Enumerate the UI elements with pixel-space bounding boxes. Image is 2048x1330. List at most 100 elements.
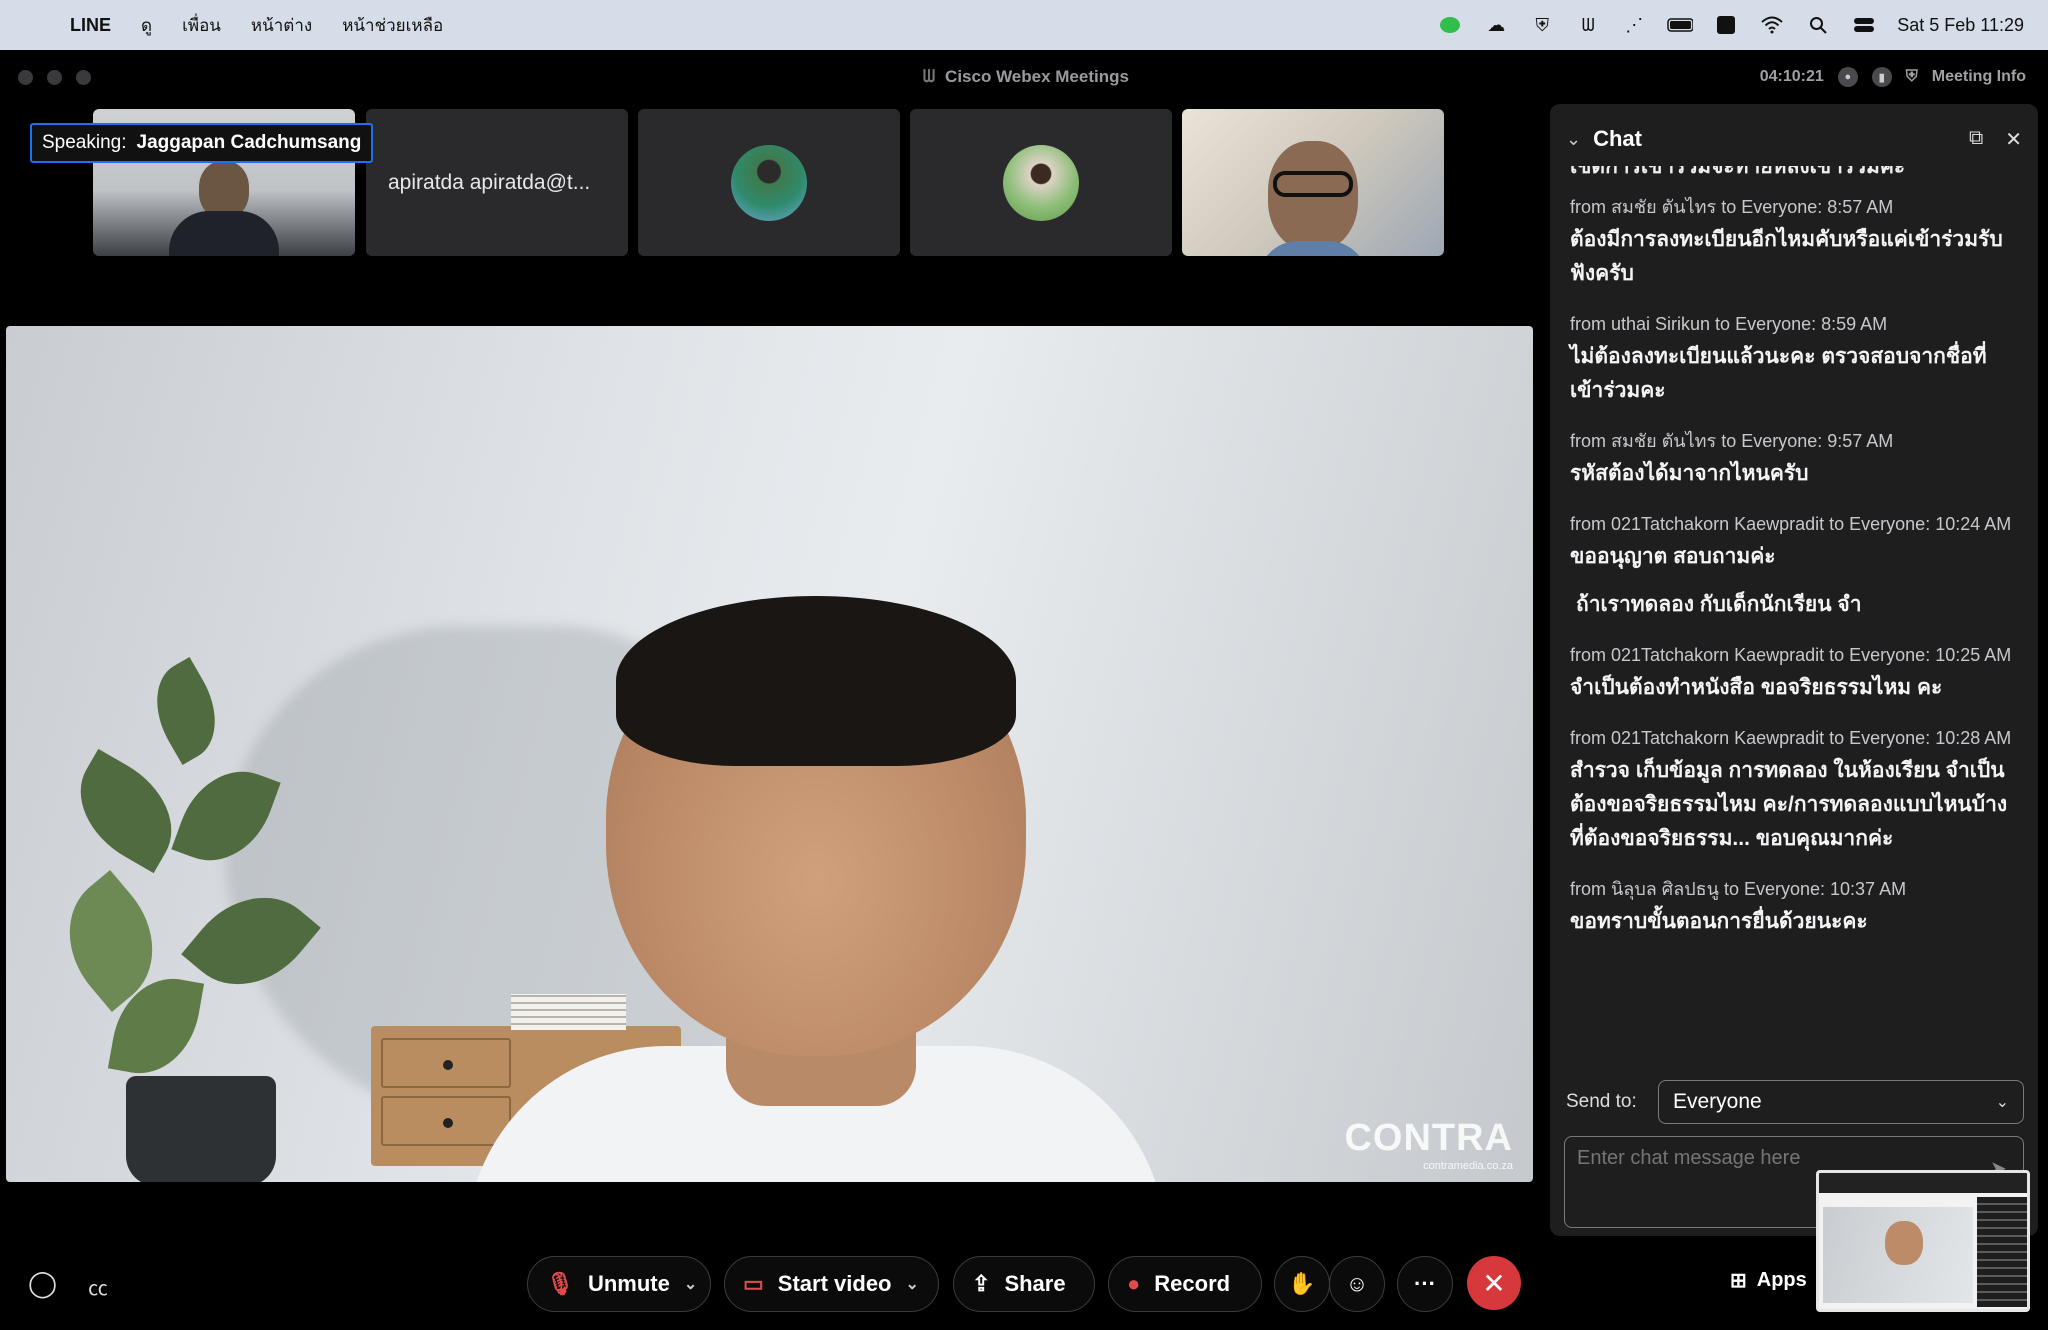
line-status-icon[interactable] xyxy=(1437,14,1463,36)
main-speaker-video[interactable]: CONTRA contramedia.co.za xyxy=(6,326,1533,1182)
chevron-down-icon[interactable]: ⌄ xyxy=(684,1274,697,1294)
chat-message-body: ขอทราบขั้นตอนการยื่นด้วยนะคะ xyxy=(1570,910,1868,933)
participant-thumbnail-4[interactable] xyxy=(910,109,1172,256)
smiley-icon: ☺ xyxy=(1345,1271,1369,1296)
titlebar-right: 04:10:21 ● ▮ ⛨ Meeting Info xyxy=(1760,67,2026,87)
preview-chat xyxy=(1977,1197,2027,1307)
menu-app-name[interactable]: LINE xyxy=(70,15,111,36)
participant-thumbnail-5[interactable] xyxy=(1182,109,1444,256)
meeting-timer: 04:10:21 xyxy=(1759,68,1824,85)
chat-header: ⌄ Chat ⧉ ✕ xyxy=(1550,104,2038,174)
unmute-label: Unmute xyxy=(587,1271,670,1296)
webex-icon[interactable]: ᗯ xyxy=(1575,14,1601,36)
chat-message-body: รหัสต้องได้มาจากไหนครับ xyxy=(1570,462,1809,485)
chat-message-meta: from 021Tatchakorn Kaewpradit to Everyon… xyxy=(1570,514,2012,534)
spotlight-search-icon[interactable] xyxy=(1805,14,1831,36)
collapse-chevron-icon[interactable]: ⌄ xyxy=(1566,129,1581,150)
speaker-hair xyxy=(616,596,1016,766)
chat-message-meta: from สมชัย ตันไทร to Everyone: 8:57 AM xyxy=(1570,197,1894,217)
network-health-icon[interactable]: ▮ xyxy=(1871,67,1892,87)
video-off-icon: ▭ xyxy=(743,1271,764,1296)
meeting-info-link[interactable]: Meeting Info xyxy=(1932,68,2026,86)
chat-message-partial: เชิดการเข้าร่วมจะทายหลังเข้าร่วมค่ะ xyxy=(1570,166,1906,178)
participant-thumbnail-2[interactable]: apiratda apiratda@t... xyxy=(366,109,628,256)
webex-assistant-icon[interactable]: ◯ xyxy=(28,1268,57,1299)
keyboard-input-icon[interactable] xyxy=(1713,14,1739,36)
send-to-row: Send to: Everyone ⌄ xyxy=(1566,1080,2024,1124)
plant-leaf xyxy=(137,657,235,765)
chat-header-actions: ⧉ ✕ xyxy=(1969,127,2022,152)
pop-out-icon[interactable]: ⧉ xyxy=(1969,127,1983,152)
preview-top-strip xyxy=(1819,1173,2027,1193)
preview-video xyxy=(1823,1207,1973,1303)
apps-grid-icon: ⊞ xyxy=(1730,1270,1747,1292)
menu-friends[interactable]: เพื่อน xyxy=(182,12,221,39)
webex-logo-icon: ᗯ xyxy=(922,67,936,86)
send-to-select[interactable]: Everyone ⌄ xyxy=(1658,1080,2024,1124)
screenshot-preview-thumbnail[interactable] xyxy=(1816,1170,2030,1312)
wifi-icon[interactable] xyxy=(1759,14,1785,36)
speaking-label: Speaking: xyxy=(42,132,127,153)
record-button[interactable]: ● Record xyxy=(1108,1256,1262,1312)
unmute-button[interactable]: 🎙 Unmute ⌄ xyxy=(527,1256,711,1312)
chat-message: from สมชัย ตันไทร to Everyone: 9:57 AM ร… xyxy=(1570,430,2018,491)
battery-icon[interactable] xyxy=(1667,14,1694,36)
more-options-button[interactable]: ··· xyxy=(1397,1256,1453,1312)
chat-message-list[interactable]: เชิดการเข้าร่วมจะทายหลังเข้าร่วมค่ะ from… xyxy=(1550,166,2038,1096)
apps-button[interactable]: ⊞ Apps xyxy=(1730,1268,1807,1293)
menu-window[interactable]: หน้าต่าง xyxy=(251,12,312,39)
chat-message-body: ไม่ต้องลงทะเบียนแล้วนะคะ ตรวจสอบจากชื่อท… xyxy=(1570,345,1987,402)
closed-captions-icon[interactable]: ㏄ xyxy=(88,1272,108,1301)
video-watermark: CONTRA contramedia.co.za xyxy=(1344,1117,1513,1172)
menu-status-area: ☁ ⛨ ᗯ ⋰ Sat 5 Feb 11:29 xyxy=(1437,14,2024,36)
chat-message-body: สำรวจ เก็บข้อมูล การทดลอง ในห้องเรียน จำ… xyxy=(1570,759,2008,850)
record-label: Record xyxy=(1154,1271,1231,1296)
share-button[interactable]: ⇪ Share xyxy=(953,1256,1095,1312)
menu-help[interactable]: หน้าช่วยเหลือ xyxy=(342,12,443,39)
activity-icon[interactable]: ⋰ xyxy=(1621,14,1647,36)
webex-window: ᗯ Cisco Webex Meetings 04:10:21 ● ▮ ⛨ Mee… xyxy=(0,50,2048,1330)
watermark-logo-text: CONTRA xyxy=(1344,1117,1513,1159)
reactions-button[interactable]: ☺ xyxy=(1329,1256,1385,1312)
chat-panel: ⌄ Chat ⧉ ✕ เชิดการเข้าร่วมจะทายหลังเข้าร… xyxy=(1550,104,2038,1236)
shield-info-icon: ⛨ xyxy=(1905,68,1918,85)
chevron-down-icon: ⌄ xyxy=(1995,1094,2009,1111)
apps-label: Apps xyxy=(1756,1269,1807,1291)
speaking-indicator: Speaking: Jaggapan Cadchumsang xyxy=(30,123,374,163)
recording-status-icon[interactable]: ● xyxy=(1837,67,1858,87)
participant-video xyxy=(169,161,279,256)
chat-message-body: จำเป็นต้องทำหนังสือ ขอจริยธรรมไหม คะ xyxy=(1570,676,1943,699)
participant-thumbnail-3[interactable] xyxy=(638,109,900,256)
chevron-down-icon[interactable]: ⌄ xyxy=(906,1274,919,1294)
start-video-label: Start video xyxy=(777,1271,892,1296)
watermark-url: contramedia.co.za xyxy=(1423,1160,1513,1172)
chat-message: from uthai Sirikun to Everyone: 8:59 AM … xyxy=(1570,313,2018,408)
macos-menu-bar: LINE ดู เพื่อน หน้าต่าง หน้าช่วยเหลือ ☁ … xyxy=(0,0,2048,50)
close-icon: ✕ xyxy=(1482,1267,1506,1299)
participant-name: apiratda apiratda@t... xyxy=(388,170,591,194)
menu-view[interactable]: ดู xyxy=(141,12,152,39)
chat-title: Chat xyxy=(1593,126,1642,151)
chat-message: from 021Tatchakorn Kaewpradit to Everyon… xyxy=(1570,644,2018,705)
window-title: Cisco Webex Meetings xyxy=(945,67,1129,86)
control-center-icon[interactable] xyxy=(1851,14,1877,36)
desk-drawer xyxy=(381,1096,511,1146)
menu-clock[interactable]: Sat 5 Feb 11:29 xyxy=(1897,15,2024,36)
send-to-label: Send to: xyxy=(1566,1091,1637,1112)
shield-icon[interactable]: ⛨ xyxy=(1529,14,1555,36)
end-meeting-button[interactable]: ✕ xyxy=(1467,1256,1521,1310)
raise-hand-button[interactable]: ✋ xyxy=(1274,1256,1330,1312)
chat-message-body: ขออนุญาต สอบถามค่ะ xyxy=(1570,545,1776,568)
plant-leaf xyxy=(58,748,194,874)
send-to-value: Everyone xyxy=(1673,1090,1762,1113)
participant-avatar xyxy=(731,144,807,221)
creative-cloud-icon[interactable]: ☁ xyxy=(1483,14,1509,36)
muted-mic-icon: 🎙 xyxy=(546,1271,574,1296)
chat-message-body: ต้องมีการลงทะเบียนอีกไหมคับหรือแค่เข้าร่… xyxy=(1570,228,2003,285)
share-screen-icon: ⇪ xyxy=(972,1271,991,1296)
close-icon[interactable]: ✕ xyxy=(2005,127,2022,152)
window-title-wrap: ᗯ Cisco Webex Meetings xyxy=(0,67,2048,87)
start-video-button[interactable]: ▭ Start video ⌄ xyxy=(724,1256,939,1312)
chat-message-meta: from uthai Sirikun to Everyone: 8:59 AM xyxy=(1570,314,1888,334)
chat-message-meta: from สมชัย ตันไทร to Everyone: 9:57 AM xyxy=(1570,431,1894,451)
